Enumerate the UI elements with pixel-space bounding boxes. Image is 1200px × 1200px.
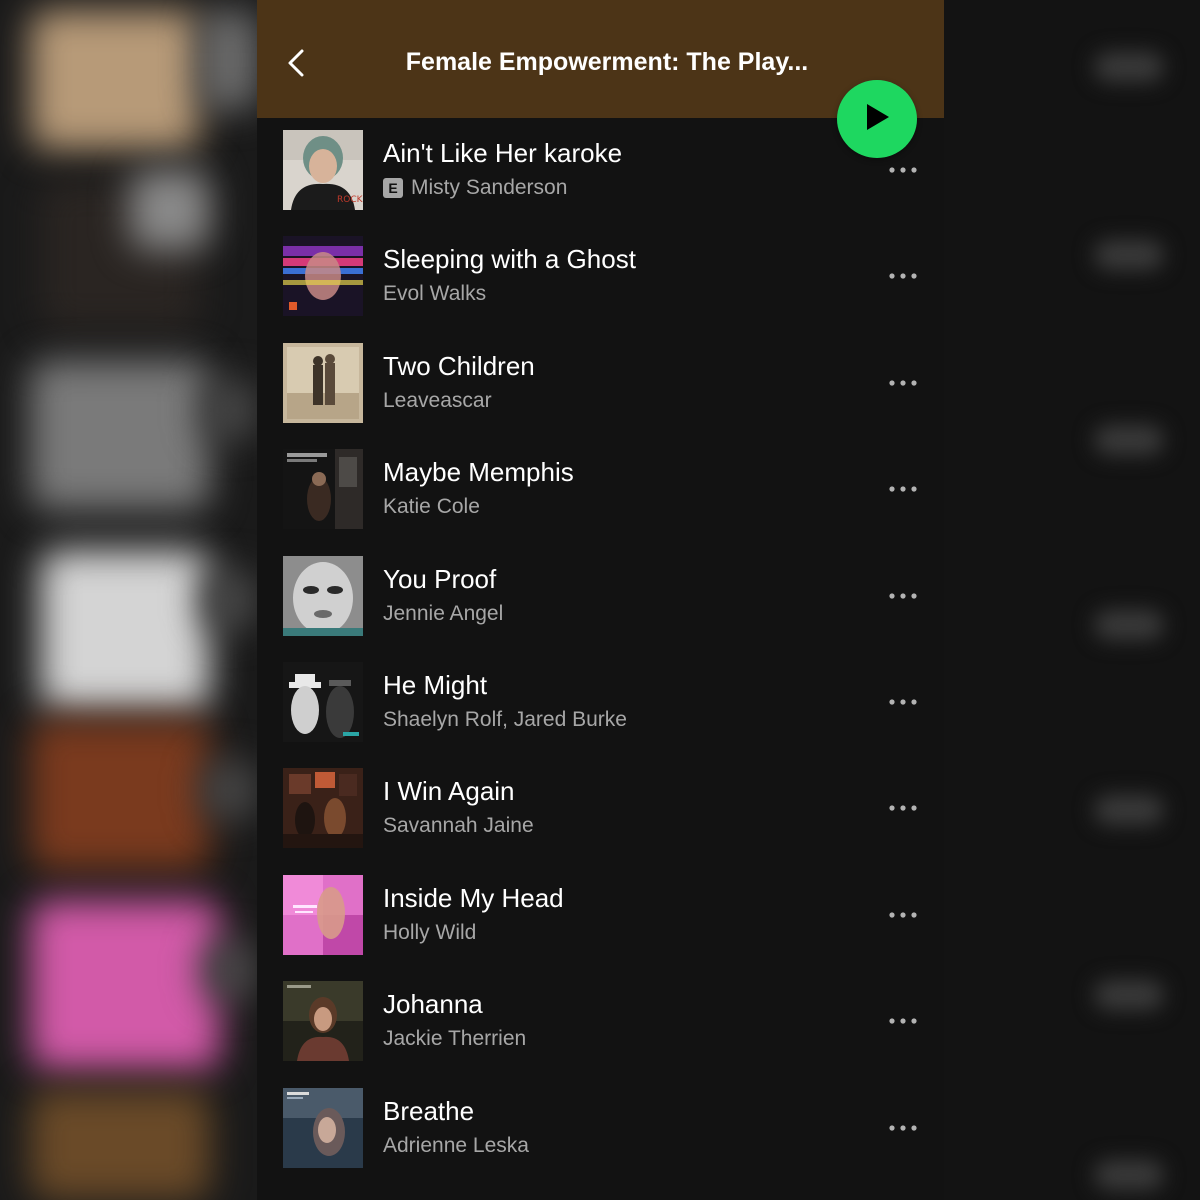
track-artist-line: Katie Cole <box>383 495 480 519</box>
album-cover: ROCK <box>283 130 363 210</box>
more-options-button[interactable] <box>885 1009 921 1033</box>
track-artist: Leaveascar <box>383 388 492 412</box>
album-cover <box>283 449 363 530</box>
more-options-icon <box>888 587 918 605</box>
track-title: Johanna <box>383 989 483 1020</box>
screen: Female Empowerment: The Play... ROCK Ain… <box>0 0 1200 1200</box>
track-title: He Might <box>383 669 488 700</box>
track-artist-line: Jackie Therrien <box>383 1027 526 1051</box>
more-options-icon <box>888 374 918 392</box>
more-options-button[interactable] <box>885 477 921 501</box>
track-artist-line: Holly Wild <box>383 921 476 945</box>
more-options-button[interactable] <box>885 1116 921 1140</box>
svg-text:ROCK: ROCK <box>337 195 363 205</box>
track-artist: Misty Sanderson <box>411 176 568 199</box>
track-title: Ain't Like Her karoke <box>383 138 623 168</box>
chevron-left-icon <box>286 48 306 83</box>
track-row[interactable]: Breathe Adrienne Leska <box>257 1076 944 1182</box>
more-options-button[interactable] <box>885 264 921 288</box>
more-options-icon <box>888 1119 918 1137</box>
track-artist-line: Evol Walks <box>383 282 486 306</box>
album-cover <box>283 555 363 636</box>
blurred-background-left <box>0 0 258 1200</box>
more-options-icon <box>888 267 918 285</box>
play-button[interactable] <box>837 80 917 158</box>
album-cover <box>283 661 363 742</box>
more-options-button[interactable] <box>885 584 921 608</box>
track-row[interactable]: He Might Shaelyn Rolf, Jared Burke <box>257 650 944 756</box>
track-row[interactable]: Johanna Jackie Therrien <box>257 969 944 1075</box>
track-list: ROCK Ain't Like Her karoke E Misty Sande… <box>257 118 944 1182</box>
more-options-icon <box>888 161 918 179</box>
track-row[interactable]: You Proof Jennie Angel <box>257 544 944 650</box>
track-title: You Proof <box>383 563 497 594</box>
play-icon <box>863 102 891 137</box>
track-artist: Savannah Jaine <box>383 814 534 838</box>
track-artist: Evol Walks <box>383 282 487 306</box>
more-options-icon <box>888 799 918 817</box>
track-row[interactable]: I Win Again Savannah Jaine <box>257 756 944 862</box>
more-options-icon <box>888 480 918 498</box>
track-title: Two Children <box>383 350 535 381</box>
track-artist-line: Adrienne Leska <box>383 1134 529 1158</box>
page-title: Female Empowerment: The Play... <box>405 48 809 76</box>
track-artist-line: Jennie Angel <box>383 602 503 626</box>
track-artist-line: Shaelyn Rolf, Jared Burke <box>383 708 627 732</box>
album-cover <box>283 1087 363 1168</box>
more-options-button[interactable] <box>885 903 921 927</box>
track-title: I Win Again <box>383 776 515 807</box>
track-row[interactable]: Sleeping with a Ghost Evol Walks <box>257 224 944 330</box>
album-cover <box>283 342 363 423</box>
back-button[interactable] <box>281 46 311 84</box>
more-options-icon <box>888 906 918 924</box>
blurred-background-right <box>944 0 1200 1200</box>
album-cover <box>283 981 363 1062</box>
track-artist: Adrienne Leska <box>383 1133 529 1157</box>
more-options-button[interactable] <box>885 690 921 714</box>
more-options-icon <box>888 1012 918 1030</box>
explicit-badge: E <box>383 178 403 198</box>
track-title: Inside My Head <box>383 882 564 913</box>
track-row[interactable]: Inside My Head Holly Wild <box>257 863 944 969</box>
more-options-icon <box>888 693 918 711</box>
album-cover <box>283 874 363 955</box>
track-artist: Katie Cole <box>383 495 480 519</box>
more-options-button[interactable] <box>885 158 921 182</box>
track-artist-line: Savannah Jaine <box>383 814 534 838</box>
track-artist: Jennie Angel <box>383 601 504 625</box>
track-artist: Jackie Therrien <box>383 1027 527 1051</box>
track-title: Maybe Memphis <box>383 457 574 488</box>
more-options-button[interactable] <box>885 796 921 820</box>
track-artist-line: E Misty Sanderson <box>383 176 567 200</box>
track-artist: Holly Wild <box>383 920 477 944</box>
track-artist: Shaelyn Rolf, Jared Burke <box>383 707 627 731</box>
track-artist-line: Leaveascar <box>383 389 492 413</box>
album-cover <box>283 768 363 849</box>
track-row[interactable]: Two Children Leaveascar <box>257 331 944 437</box>
track-title: Breathe <box>383 1095 475 1126</box>
playlist-panel: Female Empowerment: The Play... ROCK Ain… <box>257 0 944 1200</box>
album-cover <box>283 236 363 317</box>
more-options-button[interactable] <box>885 371 921 395</box>
track-row[interactable]: Maybe Memphis Katie Cole <box>257 437 944 543</box>
track-title: Sleeping with a Ghost <box>383 244 636 275</box>
